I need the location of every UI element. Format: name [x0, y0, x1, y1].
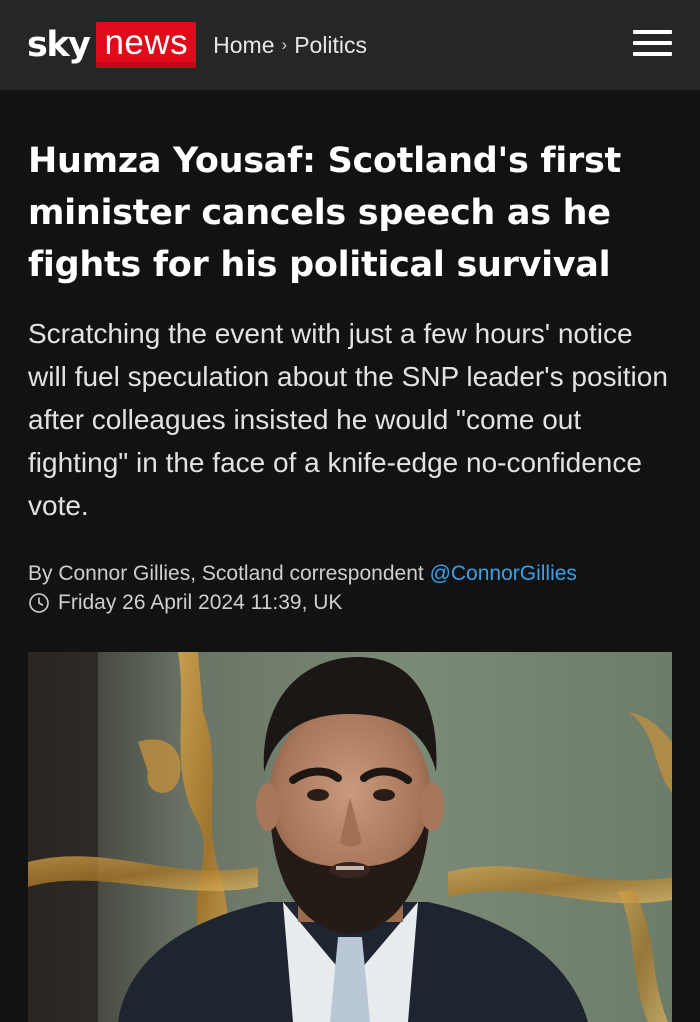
top-navigation-bar: sky news Home › Politics	[0, 0, 700, 90]
publish-date: Friday 26 April 2024 11:39, UK	[58, 591, 343, 614]
headline-line: fights for his political survival	[28, 245, 611, 285]
author-twitter-handle-link[interactable]: @ConnorGillies	[430, 562, 577, 585]
logo-sky-text: sky	[27, 24, 91, 65]
hamburger-menu-icon[interactable]	[633, 30, 672, 60]
portrait-photo	[28, 652, 672, 1022]
headline-line: minister cancels speech as he	[28, 193, 611, 233]
menu-bar	[633, 30, 672, 34]
headline-line: Humza Yousaf: Scotland's first	[28, 141, 621, 181]
breadcrumb-separator: ›	[281, 35, 288, 54]
menu-bar	[633, 41, 672, 45]
breadcrumb: Home › Politics	[213, 32, 367, 59]
article-hero-image[interactable]	[28, 652, 672, 1022]
breadcrumb-home-link[interactable]: Home	[213, 32, 274, 59]
breadcrumb-politics-link[interactable]: Politics	[294, 32, 367, 59]
byline-author: By Connor Gillies, Scotland corresponden…	[28, 562, 424, 585]
article-headline: Humza Yousaf: Scotland's first minister …	[28, 135, 668, 291]
clock-icon	[29, 593, 49, 613]
menu-bar	[633, 52, 672, 56]
sky-news-logo[interactable]: sky news	[27, 22, 197, 68]
article-standfirst: Scratching the event with just a few hou…	[28, 318, 668, 521]
logo-news-text: news	[96, 22, 197, 68]
article-byline: By Connor Gillies, Scotland corresponden…	[28, 559, 678, 589]
article-date: Friday 26 April 2024 11:39, UK	[28, 591, 342, 615]
